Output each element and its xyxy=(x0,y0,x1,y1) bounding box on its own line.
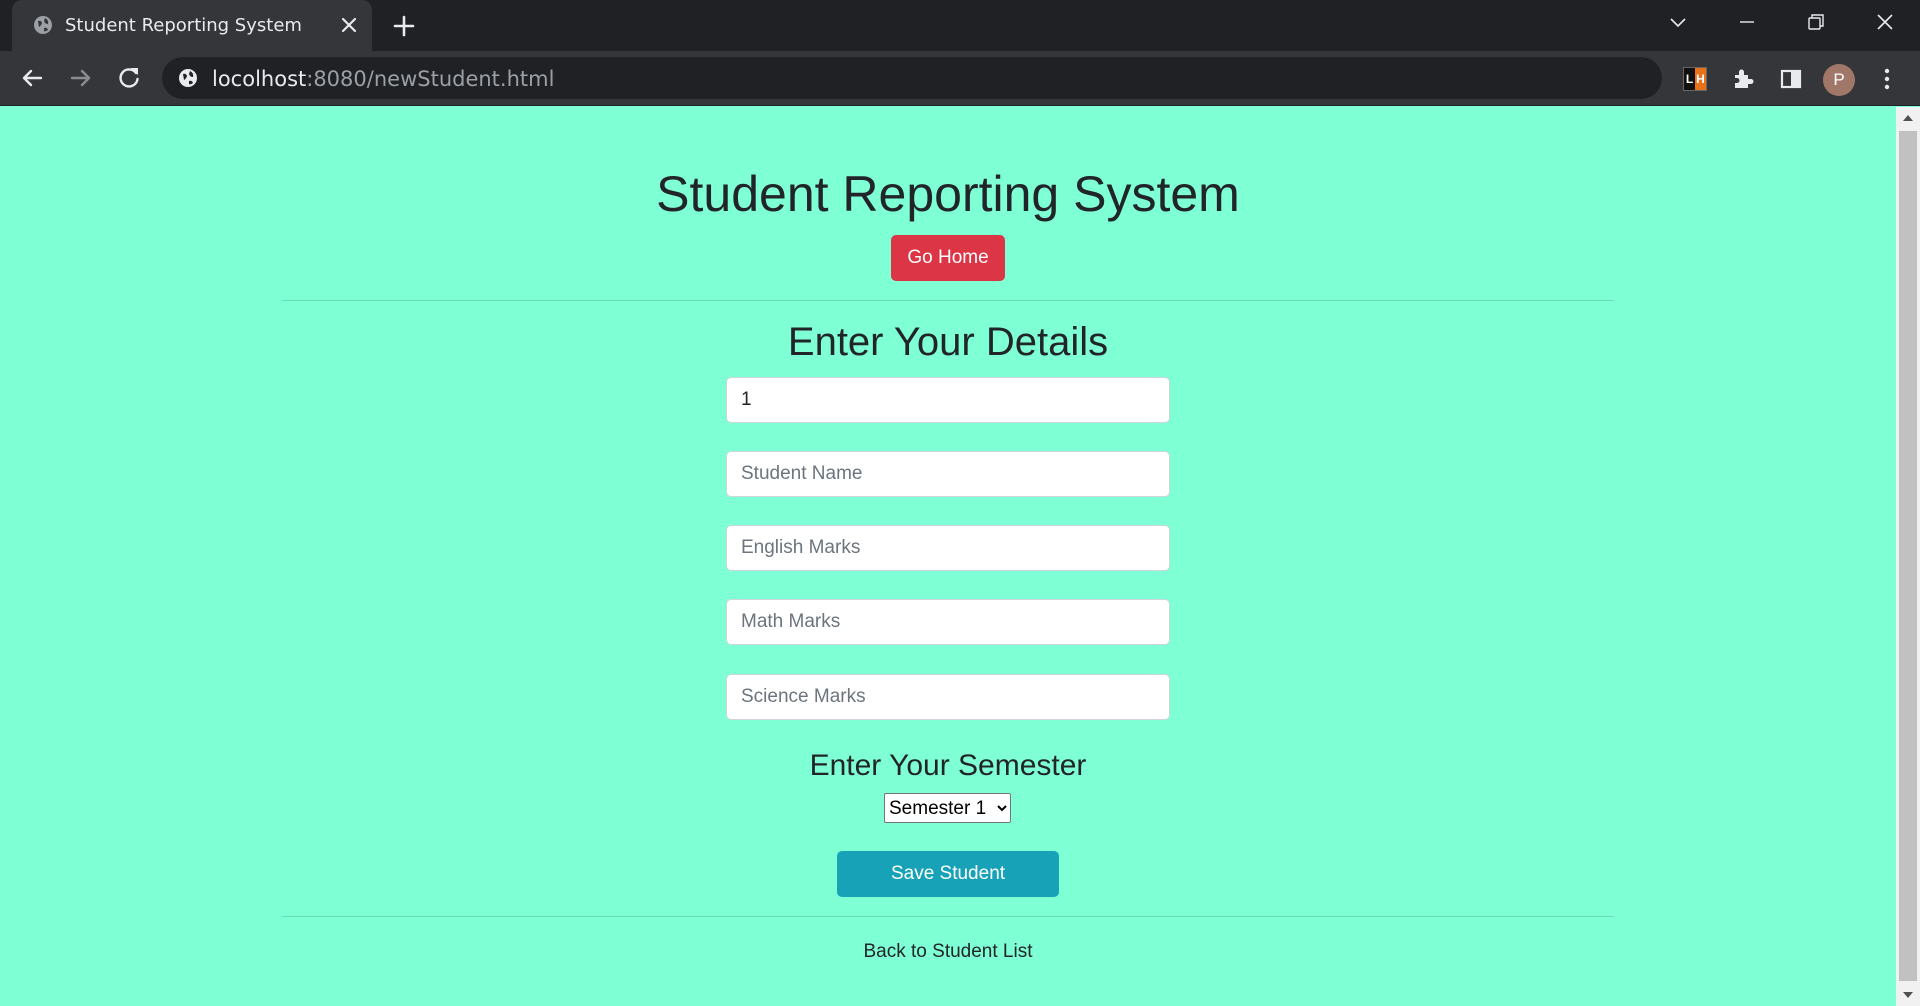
details-heading: Enter Your Details xyxy=(787,320,1109,364)
english-marks-field[interactable] xyxy=(726,525,1170,571)
restore-icon[interactable] xyxy=(1797,8,1833,38)
scroll-up-arrow-icon[interactable] xyxy=(1896,107,1920,129)
new-tab-icon[interactable] xyxy=(390,12,418,40)
more-menu-icon[interactable] xyxy=(1872,64,1902,94)
reload-icon[interactable] xyxy=(114,63,144,93)
extensions-puzzle-icon[interactable] xyxy=(1728,64,1758,94)
back-to-student-list-link[interactable]: Back to Student List xyxy=(282,941,1614,963)
student-name-field[interactable] xyxy=(726,451,1170,497)
divider-bottom xyxy=(282,916,1614,917)
extension-letter-l: L xyxy=(1685,72,1694,86)
semester-select[interactable]: Semester 1 xyxy=(884,793,1011,823)
site-info-icon[interactable] xyxy=(177,67,199,89)
math-marks-field[interactable] xyxy=(726,599,1170,645)
page-title: Student Reporting System xyxy=(656,166,1240,222)
url-text: locolhost:8080/newStudent.html xyxy=(212,67,554,91)
browser-tab[interactable]: Student Reporting System xyxy=(12,0,372,51)
save-student-button[interactable]: Save Student xyxy=(837,851,1059,897)
back-arrow-icon[interactable] xyxy=(17,63,47,93)
minimize-icon[interactable] xyxy=(1729,8,1765,38)
semester-heading: Enter Your Semester xyxy=(809,749,1087,782)
extension-letter-h: H xyxy=(1695,68,1706,90)
lighthouse-extension-icon[interactable]: LH xyxy=(1683,67,1707,91)
tab-search-icon[interactable] xyxy=(1660,8,1696,38)
close-tab-icon[interactable] xyxy=(337,13,361,37)
student-id-field[interactable] xyxy=(726,377,1170,423)
browser-tab-bar: Student Reporting System xyxy=(0,0,1920,51)
page-viewport: Student Reporting System Go Home Enter Y… xyxy=(0,107,1896,1006)
side-panel-icon[interactable] xyxy=(1776,64,1806,94)
address-bar[interactable]: locolhost:8080/newStudent.html xyxy=(162,57,1662,99)
scroll-down-arrow-icon[interactable] xyxy=(1896,984,1920,1006)
tab-title: Student Reporting System xyxy=(65,15,302,36)
page-container: Student Reporting System Go Home Enter Y… xyxy=(282,107,1614,1006)
profile-avatar[interactable]: P xyxy=(1823,64,1855,96)
page-scrollbar[interactable] xyxy=(1896,107,1920,1006)
go-home-button[interactable]: Go Home xyxy=(891,235,1005,281)
scrollbar-thumb[interactable] xyxy=(1899,131,1917,981)
globe-icon xyxy=(34,16,52,34)
browser-toolbar: locolhost:8080/newStudent.html LH P xyxy=(0,51,1920,106)
url-host: locolhost xyxy=(212,67,307,91)
science-marks-field[interactable] xyxy=(726,674,1170,720)
divider-top xyxy=(282,300,1614,301)
close-window-icon[interactable] xyxy=(1867,8,1903,38)
url-path: :8080/newStudent.html xyxy=(306,67,555,91)
forward-arrow-icon[interactable] xyxy=(66,63,96,93)
